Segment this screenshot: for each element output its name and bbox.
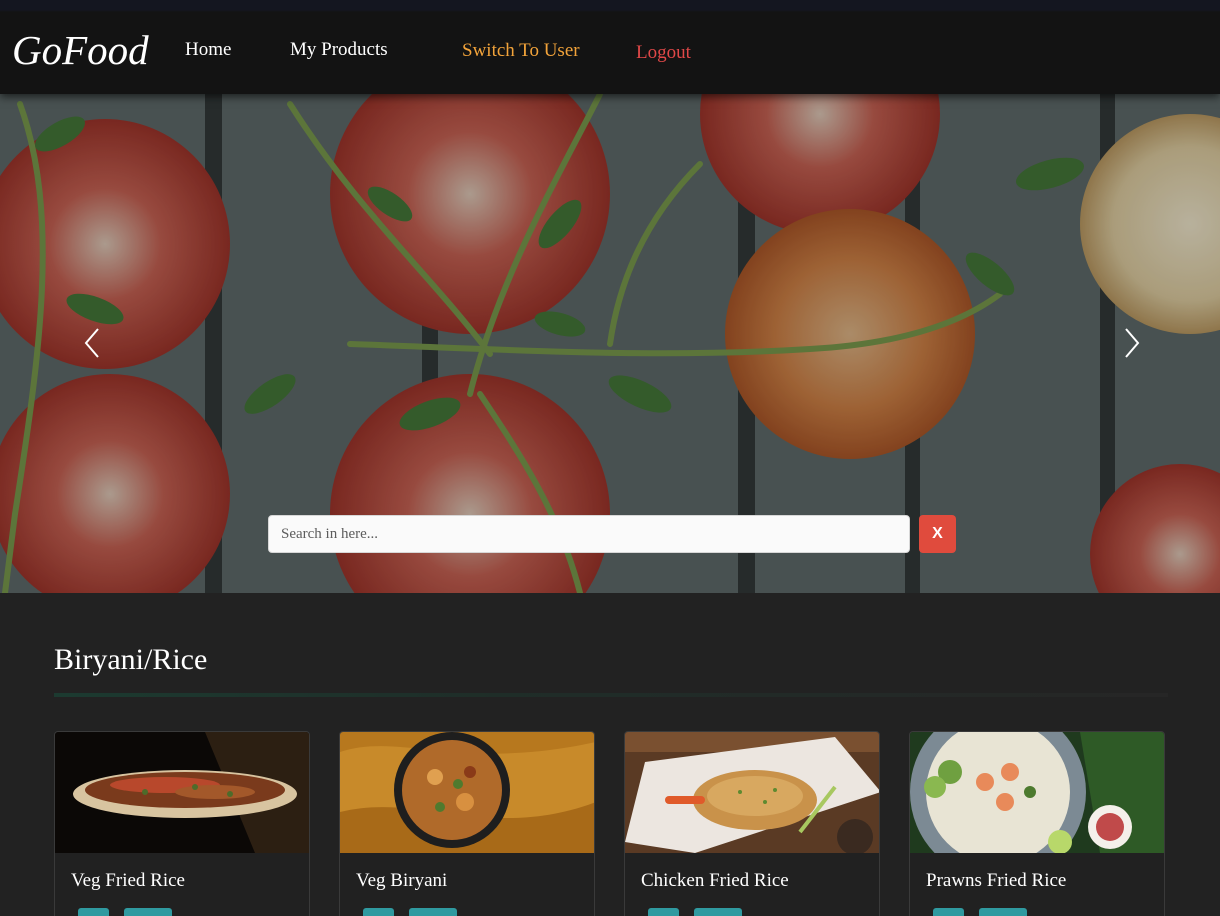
nav-my-products-link[interactable]: My Products <box>290 39 388 61</box>
size-select[interactable] <box>979 908 1027 916</box>
category-title: Biryani/Rice <box>54 643 208 676</box>
food-card[interactable]: Veg Biryani <box>339 731 595 916</box>
food-name: Veg Fried Rice <box>71 870 185 891</box>
food-name: Veg Biryani <box>356 870 448 891</box>
quantity-select[interactable] <box>78 908 109 916</box>
food-name: Prawns Fried Rice <box>926 870 1067 891</box>
quantity-select[interactable] <box>648 908 679 916</box>
quantity-select[interactable] <box>363 908 394 916</box>
nav-home-link[interactable]: Home <box>185 39 231 61</box>
chevron-left-icon[interactable] <box>80 326 104 360</box>
food-name: Chicken Fried Rice <box>641 870 789 891</box>
size-select[interactable] <box>409 908 457 916</box>
food-image <box>340 732 594 853</box>
category-divider <box>54 693 1168 697</box>
clear-search-button[interactable]: X <box>919 515 956 553</box>
hero-carousel: X <box>0 94 1220 593</box>
logout-link[interactable]: Logout <box>636 42 691 64</box>
chevron-right-icon[interactable] <box>1120 326 1144 360</box>
food-image <box>910 732 1164 853</box>
food-card[interactable]: Veg Fried Rice <box>54 731 310 916</box>
food-image <box>625 732 879 853</box>
navbar: GoFood Home My Products Switch To User L… <box>0 0 1220 94</box>
food-card[interactable]: Chicken Fried Rice <box>624 731 880 916</box>
switch-to-user-link[interactable]: Switch To User <box>462 40 580 62</box>
search-input[interactable] <box>268 515 910 553</box>
size-select[interactable] <box>124 908 172 916</box>
food-card[interactable]: Prawns Fried Rice <box>909 731 1165 916</box>
brand-logo[interactable]: GoFood <box>12 26 149 74</box>
food-image <box>55 732 309 853</box>
size-select[interactable] <box>694 908 742 916</box>
quantity-select[interactable] <box>933 908 964 916</box>
